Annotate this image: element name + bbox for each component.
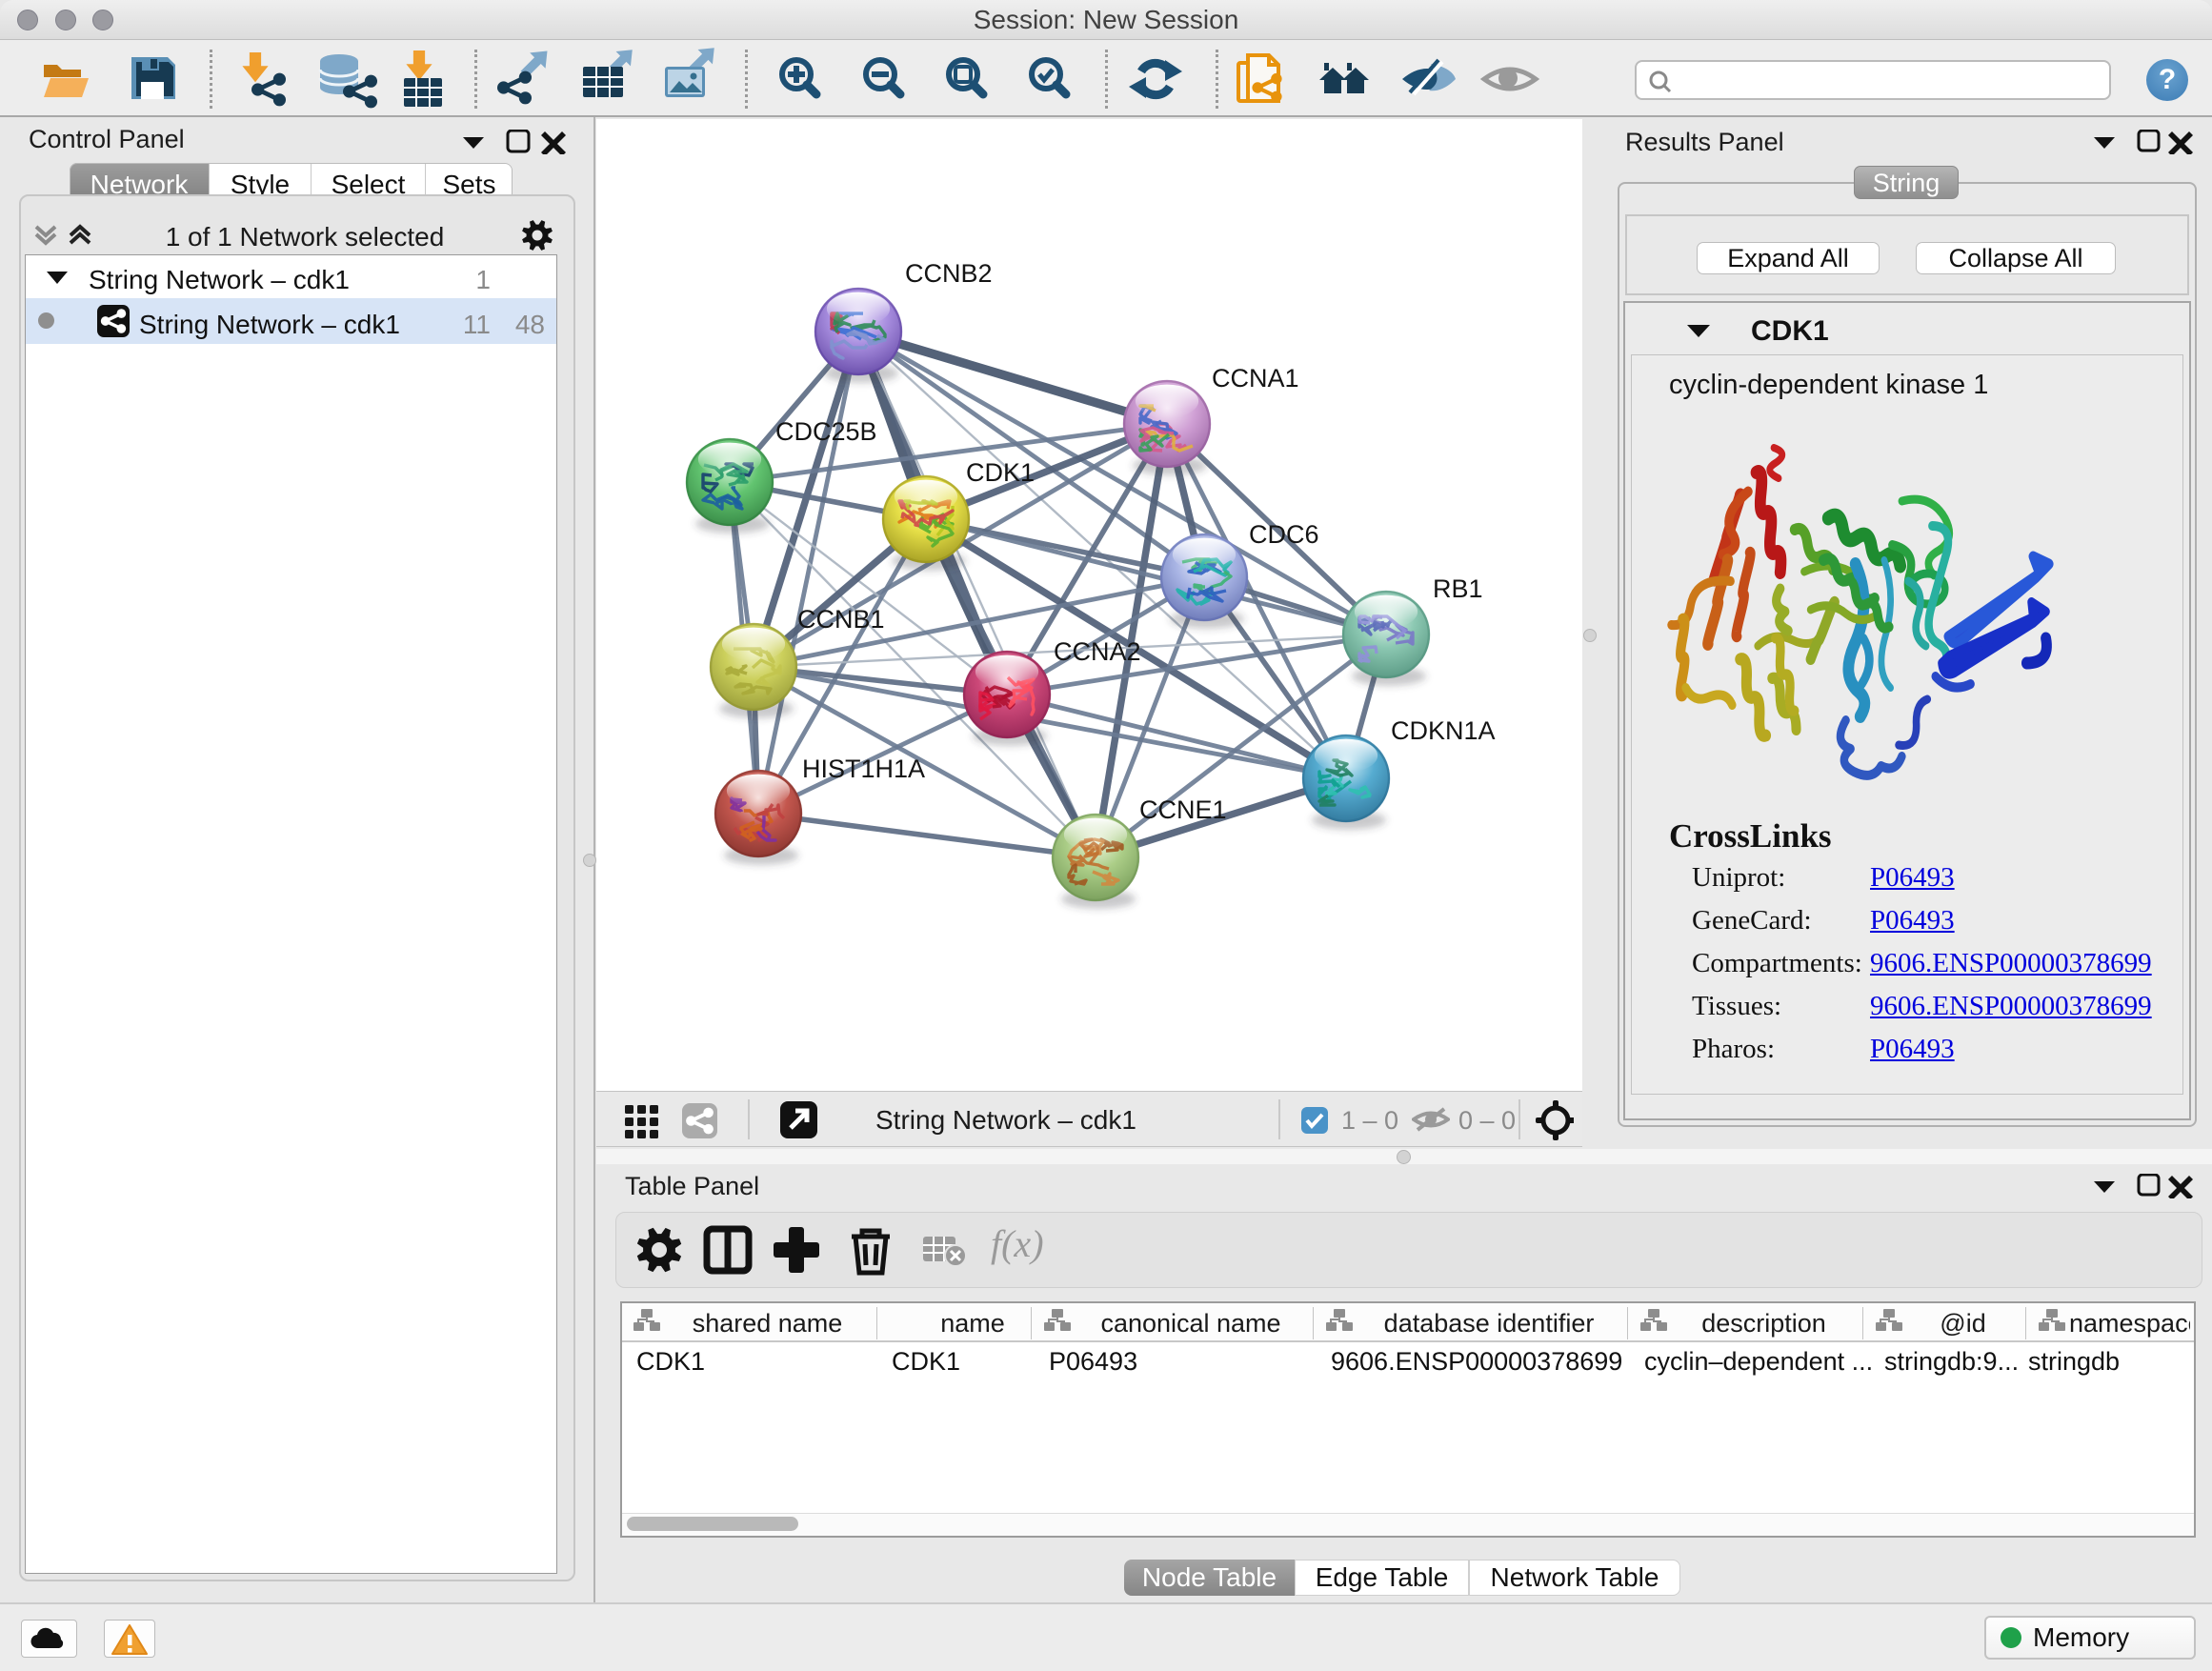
svg-text:HIST1H1A: HIST1H1A [802, 755, 925, 783]
svg-text:CDC25B: CDC25B [775, 417, 877, 446]
svg-text:CCNE1: CCNE1 [1139, 795, 1227, 824]
svg-text:CCNB1: CCNB1 [797, 605, 885, 634]
svg-text:CCNB2: CCNB2 [905, 259, 993, 288]
svg-text:CDKN1A: CDKN1A [1391, 716, 1496, 745]
svg-text:CDC6: CDC6 [1249, 520, 1319, 549]
svg-text:RB1: RB1 [1433, 574, 1483, 603]
svg-text:CCNA2: CCNA2 [1054, 637, 1141, 666]
svg-text:CCNA1: CCNA1 [1212, 364, 1299, 393]
svg-text:CDK1: CDK1 [966, 458, 1035, 487]
